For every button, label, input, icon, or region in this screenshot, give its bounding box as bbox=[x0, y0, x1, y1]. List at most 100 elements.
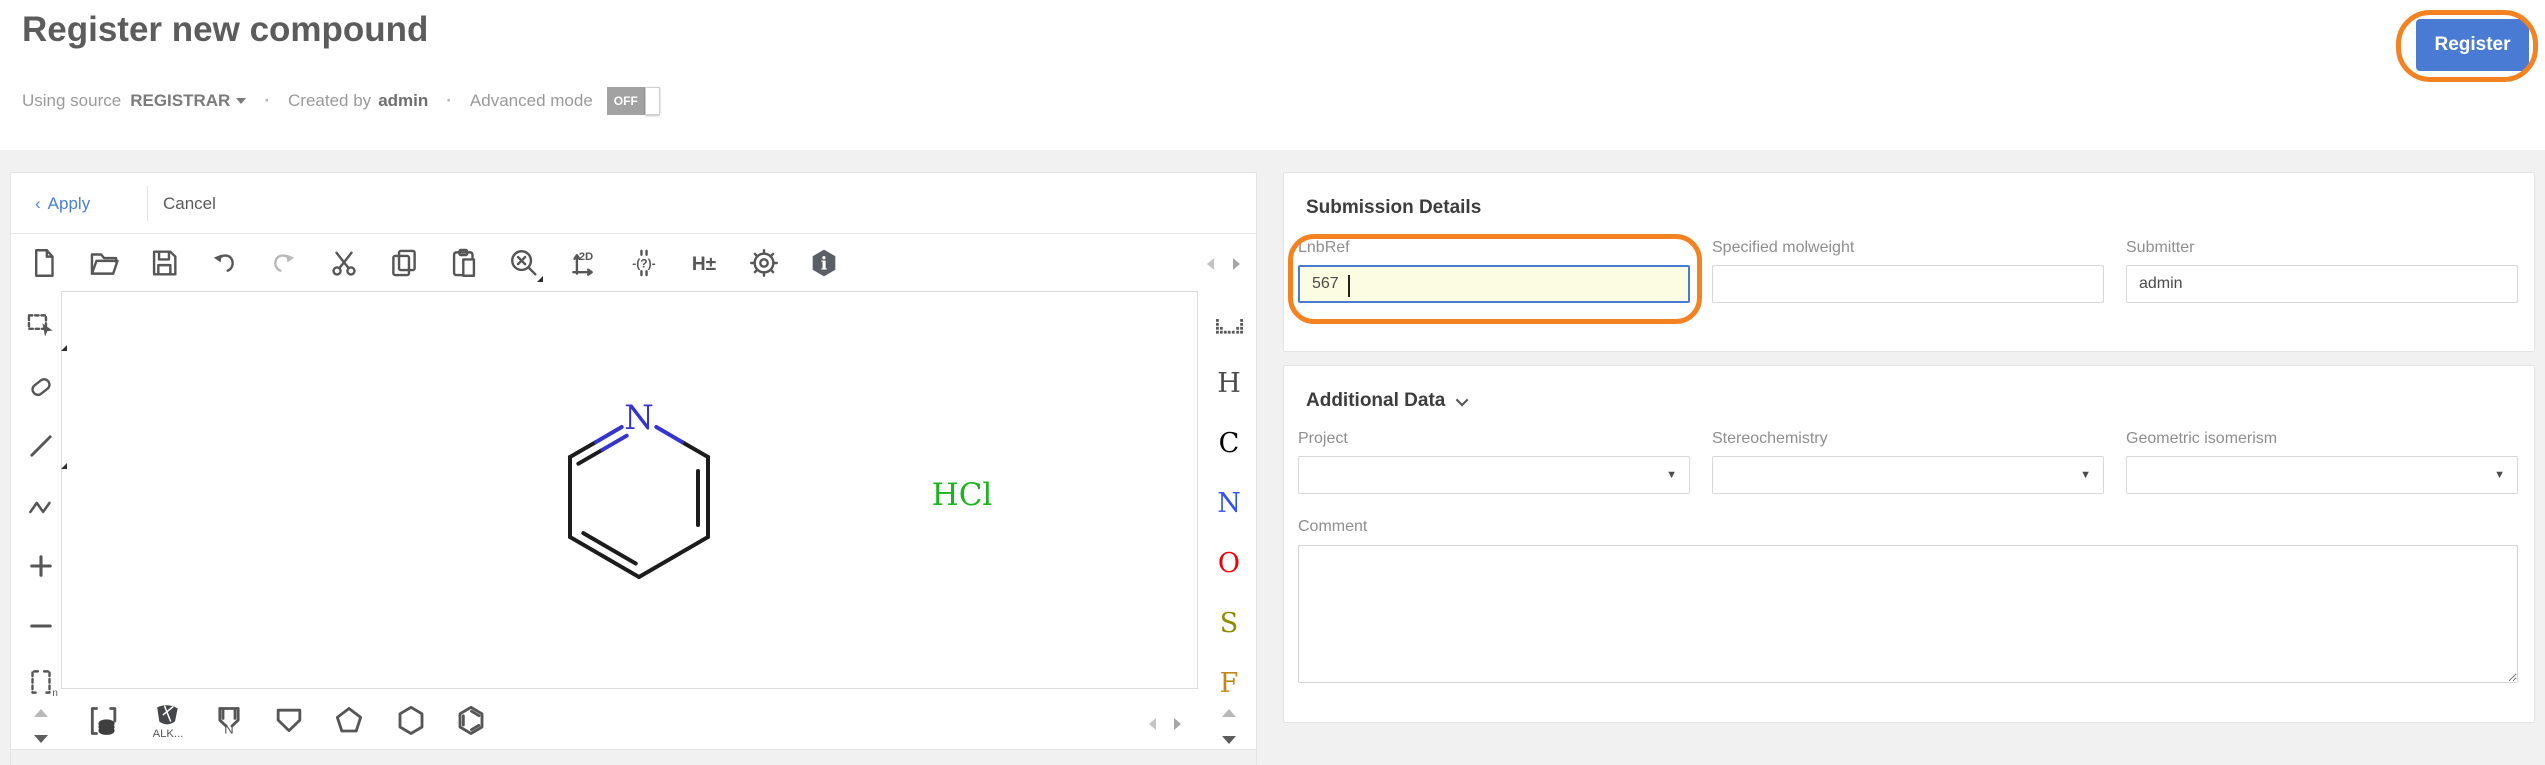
layout-2d-icon[interactable]: 2D bbox=[565, 244, 603, 282]
templates-scroll-right-icon[interactable] bbox=[1174, 718, 1181, 730]
separator: · bbox=[446, 91, 452, 111]
molweight-input[interactable] bbox=[1712, 265, 2104, 303]
left-scroll-up-icon[interactable] bbox=[34, 709, 48, 717]
text-cursor bbox=[1348, 275, 1350, 297]
settings-gear-icon[interactable] bbox=[745, 244, 783, 282]
project-label: Project bbox=[1298, 430, 1690, 448]
cut-icon[interactable] bbox=[325, 244, 363, 282]
project-select[interactable]: ▼ bbox=[1298, 456, 1690, 494]
copy-icon[interactable] bbox=[385, 244, 423, 282]
editor-tabbar: ‹ Apply Cancel bbox=[11, 173, 1256, 234]
molecule-canvas[interactable]: N HCl bbox=[61, 291, 1198, 689]
save-icon[interactable] bbox=[145, 244, 183, 282]
submitter-field: Submitter bbox=[2126, 239, 2518, 303]
atom-o-button[interactable]: O bbox=[1209, 546, 1249, 582]
template-cyclopentadiene-icon[interactable] bbox=[269, 701, 309, 741]
atom-f-button[interactable]: F bbox=[1209, 666, 1249, 702]
template-cyclopentane-icon[interactable] bbox=[329, 701, 369, 741]
clean-up-icon[interactable]: -(?)- bbox=[625, 244, 663, 282]
workspace: ‹ Apply Cancel bbox=[0, 150, 2545, 765]
svg-text:N: N bbox=[224, 722, 234, 737]
stereochemistry-label: Stereochemistry bbox=[1712, 430, 2104, 448]
dropdown-caret-icon: ▼ bbox=[2494, 469, 2505, 481]
comment-label: Comment bbox=[1298, 518, 2518, 536]
tab-divider bbox=[147, 186, 148, 221]
open-icon[interactable] bbox=[85, 244, 123, 282]
geometric-isomerism-label: Geometric isomerism bbox=[2126, 430, 2518, 448]
left-scroll-down-icon[interactable] bbox=[34, 735, 48, 743]
submitter-input[interactable] bbox=[2126, 265, 2518, 303]
advanced-mode-label: Advanced mode bbox=[470, 91, 593, 111]
chain-icon[interactable] bbox=[24, 489, 58, 523]
periodic-table-icon[interactable] bbox=[1216, 319, 1243, 340]
comment-field: Comment bbox=[1298, 518, 2518, 688]
collapse-chevron-icon[interactable] bbox=[1456, 393, 1469, 406]
register-compound-page: Register new compound Using source REGIS… bbox=[0, 0, 2545, 765]
svg-text:2D: 2D bbox=[579, 250, 593, 262]
atoms-scroll-down-icon[interactable] bbox=[1222, 736, 1236, 744]
new-document-icon[interactable] bbox=[25, 244, 63, 282]
flyout-corner bbox=[537, 276, 543, 282]
register-button[interactable]: Register bbox=[2416, 19, 2529, 71]
advanced-mode-toggle[interactable]: OFF bbox=[607, 87, 660, 115]
stereochemistry-select[interactable]: ▼ bbox=[1712, 456, 2104, 494]
comment-textarea[interactable] bbox=[1298, 545, 2518, 683]
redo-icon[interactable] bbox=[265, 244, 303, 282]
atom-s-button[interactable]: S bbox=[1209, 606, 1249, 642]
submitter-label: Submitter bbox=[2126, 239, 2518, 257]
add-remove-hydrogens-icon[interactable]: H± bbox=[685, 244, 723, 282]
template-cyclohexane-icon[interactable] bbox=[391, 701, 431, 741]
additional-data-title: Additional Data bbox=[1306, 390, 1445, 412]
project-field: Project ▼ bbox=[1298, 430, 1690, 494]
submission-details-card: Submission Details LnbRef Specified molw… bbox=[1283, 172, 2535, 352]
atoms-scroll-up-icon[interactable] bbox=[1222, 709, 1236, 717]
apply-chevron-icon: ‹ bbox=[35, 194, 41, 214]
lnbref-input[interactable] bbox=[1298, 265, 1690, 303]
molweight-label: Specified molweight bbox=[1712, 239, 2104, 257]
undo-icon[interactable] bbox=[205, 244, 243, 282]
toggle-knob bbox=[645, 87, 660, 115]
zoom-reset-icon[interactable] bbox=[505, 244, 543, 282]
charge-plus-icon[interactable] bbox=[24, 549, 58, 583]
using-source-label: Using source bbox=[22, 91, 121, 111]
dropdown-caret-icon: ▼ bbox=[1666, 469, 1677, 481]
geometric-isomerism-select[interactable]: ▼ bbox=[2126, 456, 2518, 494]
lnbref-field: LnbRef bbox=[1298, 239, 1690, 303]
source-dropdown[interactable]: REGISTRAR bbox=[130, 91, 230, 111]
created-by-label: Created by bbox=[288, 91, 371, 111]
lnbref-label: LnbRef bbox=[1298, 239, 1690, 257]
atom-c-button[interactable]: C bbox=[1209, 426, 1249, 462]
cancel-button[interactable]: Cancel bbox=[163, 173, 216, 234]
template-pyrrole-icon[interactable]: N bbox=[209, 701, 249, 741]
molweight-field: Specified molweight bbox=[1712, 239, 2104, 303]
templates-scroll-left-icon[interactable] bbox=[1149, 718, 1156, 730]
atom-n-button[interactable]: N bbox=[1209, 486, 1249, 522]
geometric-isomerism-field: Geometric isomerism ▼ bbox=[2126, 430, 2518, 494]
functional-groups-icon[interactable]: ALK... bbox=[148, 701, 188, 741]
s-group-icon[interactable]: n bbox=[24, 665, 58, 699]
flyout-corner bbox=[61, 463, 67, 469]
nitrogen-atom-label: N bbox=[624, 398, 654, 438]
charge-minus-icon[interactable] bbox=[24, 609, 58, 643]
erase-icon[interactable] bbox=[24, 369, 58, 403]
toolbar-scroll-left-icon[interactable] bbox=[1207, 258, 1214, 270]
select-rectangle-icon[interactable] bbox=[24, 309, 58, 343]
flyout-corner bbox=[61, 345, 67, 351]
hcl-fragment-label: HCl bbox=[932, 477, 993, 513]
atom-h-button[interactable]: H bbox=[1209, 366, 1249, 402]
about-info-icon[interactable]: i bbox=[805, 244, 843, 282]
page-subtitle: Using source REGISTRAR · Created by admi… bbox=[22, 86, 660, 116]
editor-status-strip bbox=[11, 749, 1256, 765]
advanced-mode-state: OFF bbox=[607, 87, 645, 115]
apply-button[interactable]: ‹ Apply bbox=[35, 173, 90, 234]
salts-and-solvents-icon[interactable] bbox=[84, 701, 124, 741]
dropdown-caret-icon: ▼ bbox=[2080, 469, 2091, 481]
bond-single-icon[interactable] bbox=[24, 429, 58, 463]
paste-icon[interactable] bbox=[445, 244, 483, 282]
svg-text:-(?)-: -(?)- bbox=[632, 256, 655, 270]
editor-toolbar: 2D -(?)- H± i bbox=[11, 234, 1201, 291]
toolbar-scroll-right-icon[interactable] bbox=[1233, 258, 1240, 270]
source-caret-icon[interactable] bbox=[236, 98, 246, 104]
svg-text:n: n bbox=[52, 688, 58, 699]
template-benzene-icon[interactable] bbox=[451, 701, 491, 741]
